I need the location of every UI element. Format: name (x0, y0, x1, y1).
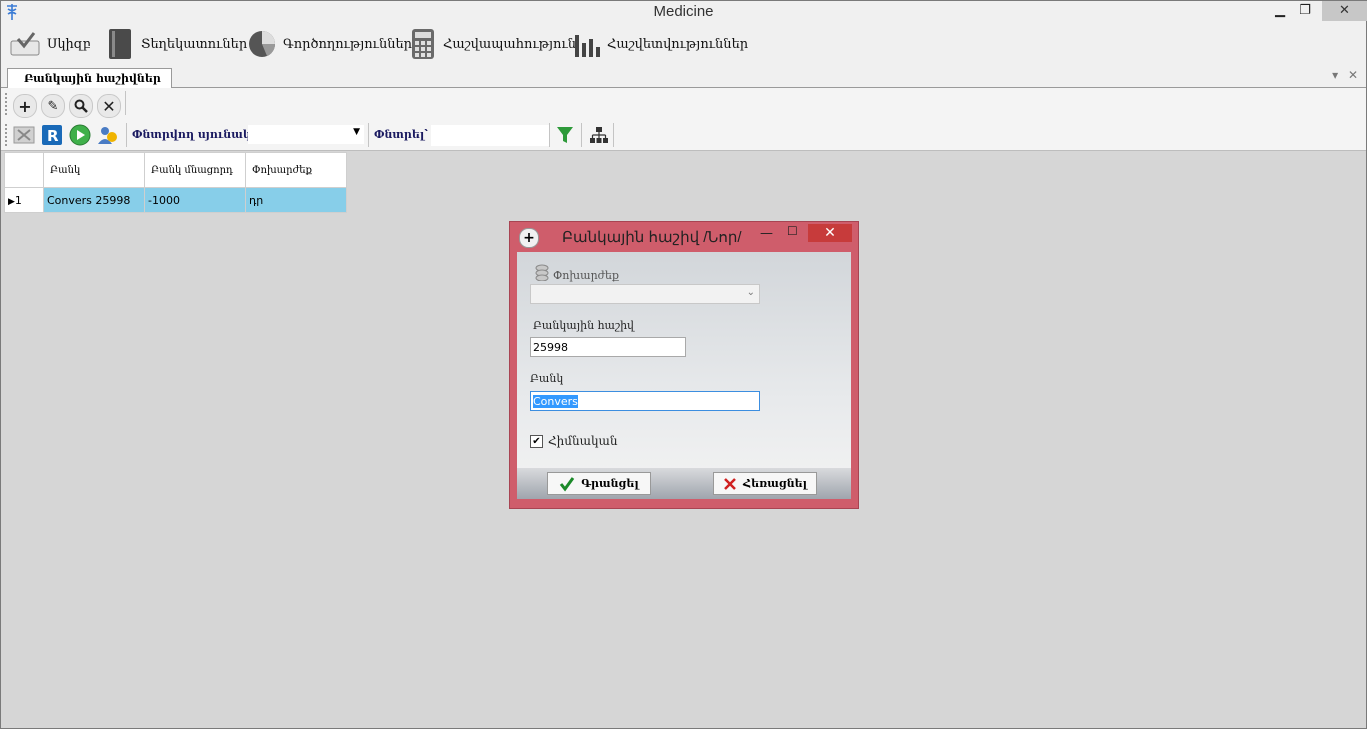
main-menu: Սկիզբ Տեղեկատուներ Գործողություններ Հաշվ… (1, 23, 1366, 66)
search-button[interactable] (69, 94, 93, 118)
chevron-down-icon: ⌄ (746, 287, 755, 298)
save-button[interactable]: Գրանցել (547, 472, 651, 495)
toolbar-separator (125, 91, 126, 115)
table-row[interactable]: ▶1 Convers 25998 -1000 դր (4, 187, 347, 213)
primary-checkbox[interactable]: ✔ (530, 435, 543, 448)
currency-label: Փոխարժեք (553, 269, 619, 282)
dialog-maximize-button[interactable]: ☐ (787, 224, 798, 238)
column-header-bank[interactable]: Բանկ (43, 152, 145, 188)
tab-bank-accounts[interactable]: Բանկային հաշիվներ (7, 68, 172, 88)
edit-button[interactable]: ✎ (41, 94, 65, 118)
restore-button[interactable]: ❐ (1294, 1, 1316, 21)
minimize-button[interactable]: ▁ (1269, 1, 1291, 21)
column-header-currency[interactable]: Փոխարժեք (245, 152, 347, 188)
menu-reports[interactable]: Հաշվետվություններ (573, 27, 748, 61)
svg-text:R: R (47, 127, 59, 145)
report-icon[interactable]: R (41, 124, 63, 146)
hierarchy-icon[interactable] (588, 124, 610, 146)
add-button[interactable]: + (13, 94, 37, 118)
menu-accounting[interactable]: Հաշվապահություն (409, 27, 576, 61)
filter-icon[interactable] (554, 124, 576, 146)
row-pointer-icon: ▶ (8, 196, 15, 207)
search-input[interactable] (431, 125, 550, 146)
checkmark-icon (560, 476, 575, 491)
menu-operations[interactable]: Գործողություններ (247, 27, 412, 61)
toolbar-separator (613, 123, 614, 147)
play-icon[interactable] (69, 124, 91, 146)
row-index: 1 (14, 193, 22, 207)
bank-label: Բանկ (530, 372, 564, 385)
document-tab-bar: Բանկային հաշիվներ ▾ ✕ (1, 65, 1366, 88)
action-toolbar: + ✎ ✕ (1, 88, 1366, 121)
menu-label: Տեղեկատուներ (141, 36, 248, 52)
cell-bank[interactable]: Convers 25998 (43, 187, 145, 213)
bank-account-dialog: + Բանկային հաշիվ /Նոր/ — ☐ ✕ Փոխարժեք ⌄ … (509, 221, 859, 509)
toolbar-separator (126, 123, 127, 147)
menu-label: Հաշվապահություն (443, 36, 577, 52)
cell-currency[interactable]: դր (245, 187, 347, 213)
tab-tools: ▾ ✕ (1332, 68, 1358, 82)
coins-icon (535, 264, 549, 281)
bank-input-value: Convers (533, 395, 578, 408)
binder-icon (109, 29, 131, 59)
add-icon: + (519, 228, 539, 248)
toolbar-separator (581, 123, 582, 147)
grid-corner (4, 152, 44, 188)
search-label: Փնտրել՝ (374, 128, 428, 141)
search-icon (74, 99, 88, 113)
row-header[interactable]: ▶1 (4, 187, 44, 213)
menu-label: Հաշվետվություններ (607, 36, 749, 52)
dialog-title-bar[interactable]: + Բանկային հաշիվ /Նոր/ — ☐ ✕ (510, 222, 858, 252)
tab-list-icon[interactable]: ▾ (1332, 68, 1338, 82)
filter-toolbar: R Փնտրվող սյունակ՝ ▼ Փնտրել՝ (1, 120, 1366, 151)
menu-directories[interactable]: Տեղեկատուներ (105, 27, 247, 61)
bank-input[interactable]: Convers (530, 391, 760, 411)
title-bar: Medicine ▁ ❐ ✕ (1, 1, 1367, 23)
dialog-body: Փոխարժեք ⌄ Բանկային հաշիվ 25998 Բանկ Con… (517, 252, 851, 499)
main-window: Medicine ▁ ❐ ✕ Սկիզբ Տեղեկատուներ Գործող… (0, 0, 1367, 729)
dialog-close-button[interactable]: ✕ (808, 224, 852, 242)
bar-chart-icon (575, 35, 600, 57)
bank-accounts-grid: Բանկ Բանկ մնացորդ Փոխարժեք ▶1 Convers 25… (4, 152, 347, 213)
excel-export-icon[interactable] (13, 124, 35, 146)
dialog-minimize-button[interactable]: — (760, 226, 773, 241)
home-start-icon (10, 32, 40, 56)
account-input[interactable]: 25998 (530, 337, 686, 357)
account-label: Բանկային հաշիվ (533, 319, 634, 332)
cancel-button[interactable]: Հեռացնել (713, 472, 817, 495)
toolbar-separator (549, 123, 550, 147)
search-column-label: Փնտրվող սյունակ՝ (132, 128, 255, 141)
menu-label: Գործողություններ (283, 36, 413, 52)
cancel-button-label: Հեռացնել (742, 477, 808, 490)
close-button[interactable]: ✕ (1322, 1, 1367, 21)
currency-select[interactable]: ⌄ (530, 284, 760, 304)
search-column-select[interactable]: ▼ (248, 125, 364, 144)
delete-button[interactable]: ✕ (97, 94, 121, 118)
cell-balance[interactable]: -1000 (144, 187, 246, 213)
pie-chart-icon (249, 31, 275, 57)
primary-label: Հիմնական (548, 434, 618, 448)
menu-label: Սկիզբ (47, 36, 91, 52)
users-icon[interactable] (97, 124, 119, 146)
edit-icon: ✎ (47, 98, 59, 114)
calculator-icon (412, 29, 434, 59)
chevron-down-icon: ▼ (353, 127, 360, 137)
toolbar-separator (368, 123, 369, 147)
toolbar-grip[interactable] (5, 93, 9, 115)
window-title: Medicine (653, 3, 714, 20)
column-header-balance[interactable]: Բանկ մնացորդ (144, 152, 246, 188)
add-icon: + (18, 96, 32, 116)
dialog-title: Բանկային հաշիվ /Նոր/ (562, 229, 742, 246)
toolbar-grip[interactable] (5, 124, 9, 146)
tab-close-icon[interactable]: ✕ (1348, 68, 1358, 82)
delete-icon: ✕ (102, 96, 116, 116)
menu-start[interactable]: Սկիզբ (9, 27, 91, 61)
cancel-icon (724, 477, 736, 490)
save-button-label: Գրանցել (581, 477, 639, 490)
